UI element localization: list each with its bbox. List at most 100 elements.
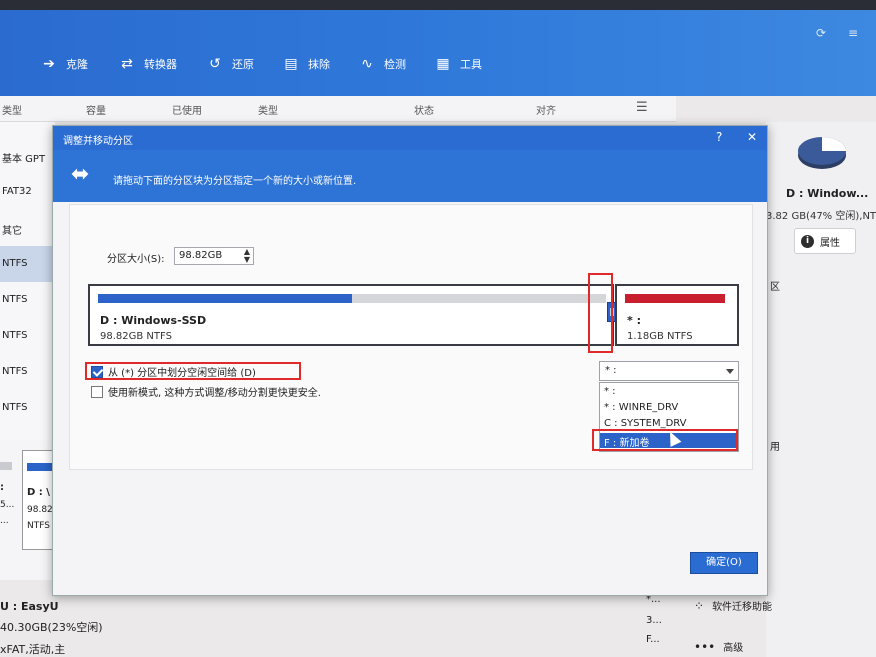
toolbar-wipe-label: 抹除 (308, 58, 330, 71)
chevron-down-icon (726, 369, 734, 374)
column-options-icon[interactable]: ☰ (636, 100, 648, 115)
annotation-box (85, 362, 301, 380)
disk-usage-pie-icon (798, 137, 846, 169)
map-left-dots: 5... (0, 500, 15, 510)
toolbar-restore-label: 还原 (232, 58, 254, 71)
col-status[interactable]: 状态 (414, 102, 434, 117)
converter-icon: ⇄ (121, 56, 133, 72)
disk-info: U : EasyU 40.30GB(23%空闲) xFAT,活动,主 (0, 600, 200, 657)
partition-block-star[interactable]: * : 1.18GB NTFS (615, 284, 739, 346)
partition-type-list: 基本 GPT FAT32 其它 NTFS NTFS NTFS NTFS NTFS (0, 122, 55, 442)
map-left-dots2: ... (0, 516, 9, 526)
col-fs-type[interactable]: 类型 (258, 102, 278, 117)
partition-star-used-bar (625, 294, 725, 303)
select-value: * : (605, 365, 617, 376)
main-toolbar: ➔ 克隆 ⇄ 转换器 ↺ 还原 ▤ 抹除 ∿ 检测 ▦ 工具 ⟳ ≡ (0, 10, 876, 96)
dropdown-option[interactable]: * : WINRE_DRV (600, 401, 738, 416)
toolbar-clone-button[interactable]: ➔ 克隆 (38, 52, 88, 76)
toolbar-converter-button[interactable]: ⇄ 转换器 (116, 52, 177, 76)
partition-section-label: 区 (770, 282, 780, 293)
list-item[interactable]: FAT32 (0, 174, 55, 210)
new-mode-checkbox[interactable]: 使用新模式, 这种方式调整/移动分割更快更安全. (91, 384, 321, 399)
properties-button[interactable]: i 属性 (794, 228, 856, 254)
banner-message: 请拖动下面的分区块为分区指定一个新的大小或新位置. (113, 176, 357, 187)
toolbar-check-label: 检测 (384, 58, 406, 71)
advanced-item[interactable]: ••• 高级 (694, 639, 744, 655)
close-icon[interactable]: ✕ (747, 130, 757, 144)
wipe-icon: ▤ (284, 56, 298, 72)
spinner-icon[interactable]: ▲ ▼ (244, 248, 250, 264)
list-item[interactable]: NTFS (0, 390, 55, 426)
list-item[interactable]: NTFS (0, 318, 55, 354)
drive-usage: 3.82 GB(47% 空闲),NTFS (766, 211, 876, 222)
partition-size-input[interactable]: 98.82GB ▲ ▼ (174, 247, 254, 265)
list-item[interactable]: NTFS (0, 246, 55, 282)
advanced-label: 高级 (723, 643, 744, 654)
map-used-bar (27, 463, 55, 471)
list-item[interactable]: 其它 (0, 210, 55, 246)
toolbar-check-button[interactable]: ∿ 检测 (356, 52, 406, 76)
partition-d-size: 98.82GB NTFS (100, 331, 172, 342)
drive-name: D : Window... (786, 187, 869, 200)
right-list-f: F... (646, 634, 660, 645)
disk-size: 40.30GB(23%空闲) (0, 621, 103, 634)
col-align[interactable]: 对齐 (536, 102, 556, 117)
map-partition-size: 98.82 (27, 505, 53, 515)
properties-label: 属性 (820, 237, 840, 249)
info-icon: i (801, 234, 814, 248)
col-type[interactable]: 类型 (2, 102, 22, 117)
partition-size-label: 分区大小(S): (107, 254, 165, 265)
partition-d-used-bar (98, 294, 352, 303)
map-partition-d[interactable]: D : \ 98.82 NTFS (22, 450, 55, 550)
toolbar-restore-button[interactable]: ↺ 还原 (204, 52, 254, 76)
dialog-banner: ⬌ 请拖动下面的分区块为分区指定一个新的大小或新位置. (53, 150, 767, 202)
toolbar-tools-label: 工具 (460, 58, 482, 71)
toolbar-clone-label: 克隆 (66, 58, 88, 71)
col-used[interactable]: 已使用 (172, 102, 202, 117)
list-item[interactable]: NTFS (0, 282, 55, 318)
menu-icon[interactable]: ≡ (848, 26, 858, 40)
partition-table-header: 类型 容量 已使用 类型 状态 对齐 ☰ (0, 96, 676, 122)
source-partition-select[interactable]: * : (599, 361, 739, 381)
map-bar (0, 462, 12, 470)
dialog-title: 调整并移动分区 (53, 126, 767, 150)
partition-star-size: 1.18GB NTFS (627, 331, 693, 342)
col-capacity[interactable]: 容量 (86, 102, 106, 117)
disk-map-left: D : \ 98.82 NTFS : 5... ... (0, 440, 55, 580)
software-migrate-label: 软件迁移助能 (712, 602, 773, 613)
partition-d-name: D : Windows-SSD (100, 314, 207, 327)
more-icon: ••• (694, 639, 716, 654)
map-partition-fs: NTFS (27, 521, 50, 531)
toolbar-wipe-button[interactable]: ▤ 抹除 (280, 52, 330, 76)
clone-icon: ➔ (43, 56, 55, 72)
software-migrate-item[interactable]: ⁘ 软件迁移助能 (694, 598, 773, 614)
resize-move-dialog: 调整并移动分区 ? ✕ ⬌ 请拖动下面的分区块为分区指定一个新的大小或新位置. … (52, 125, 768, 596)
toolbar-tools-button[interactable]: ▦ 工具 (432, 52, 482, 76)
dropdown-option[interactable]: * : (600, 385, 738, 400)
annotation-box (588, 273, 613, 353)
partition-size-value: 98.82GB (179, 250, 223, 261)
annotation-box (592, 429, 738, 451)
help-icon[interactable]: ? (716, 130, 722, 144)
usage-section-label: 用 (770, 442, 780, 453)
partition-block-d[interactable]: D : Windows-SSD 98.82GB NTFS (88, 284, 614, 346)
right-info-panel (766, 122, 876, 657)
ok-button[interactable]: 确定(O) (690, 552, 758, 574)
resize-arrows-icon: ⬌ (71, 162, 90, 187)
disk-fs: xFAT,活动,主 (0, 643, 66, 656)
list-item[interactable]: NTFS (0, 354, 55, 390)
check-icon: ∿ (361, 56, 373, 72)
toolbar-converter-label: 转换器 (144, 58, 177, 71)
refresh-icon[interactable]: ⟳ (816, 26, 826, 40)
list-item[interactable]: 基本 GPT (0, 138, 55, 174)
tools-icon: ▦ (436, 56, 450, 72)
new-mode-checkbox-box[interactable] (91, 385, 103, 398)
new-mode-checkbox-label: 使用新模式, 这种方式调整/移动分割更快更安全. (108, 388, 321, 399)
map-partition-name: D : \ (27, 487, 50, 498)
right-list-3: 3... (646, 615, 662, 626)
app-window: ➔ 克隆 ⇄ 转换器 ↺ 还原 ▤ 抹除 ∿ 检测 ▦ 工具 ⟳ ≡ 类型 容量… (0, 10, 876, 657)
disk-name: U : EasyU (0, 600, 59, 613)
migrate-icon: ⁘ (694, 598, 705, 613)
partition-star-name: * : (627, 314, 641, 327)
restore-icon: ↺ (209, 56, 221, 72)
